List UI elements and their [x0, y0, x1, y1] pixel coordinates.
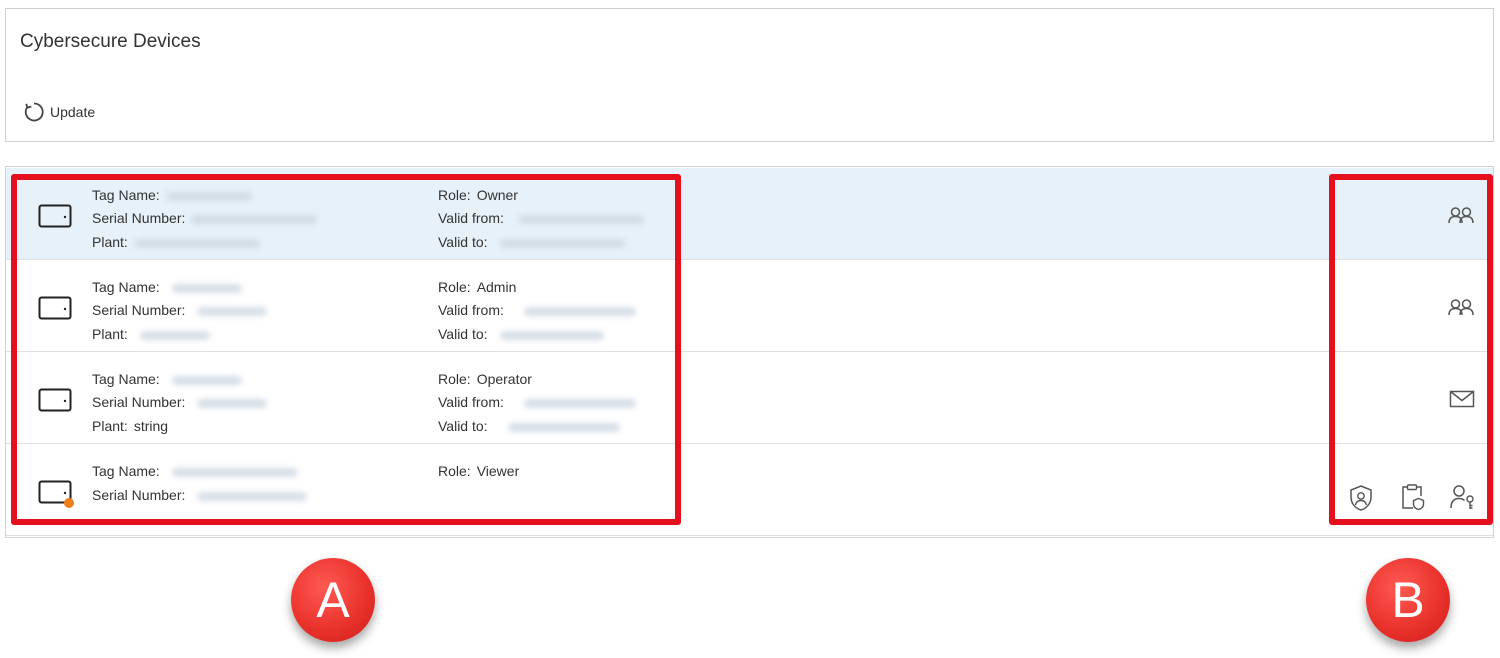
role-value: Viewer [476, 463, 520, 479]
redacted-value [523, 306, 636, 316]
redacted-value [517, 214, 644, 224]
device-row[interactable]: Tag Name: Serial Number: Role: Viewer [6, 444, 1493, 536]
plant-value: string [133, 418, 169, 434]
update-button[interactable]: Update [23, 101, 95, 123]
redacted-value [139, 330, 210, 340]
header-panel: Cybersecure Devices Update [5, 8, 1494, 142]
redacted-value [133, 238, 260, 248]
tag-name-field: Tag Name: [92, 279, 242, 295]
redacted-value [191, 214, 318, 224]
page-title: Cybersecure Devices [20, 31, 201, 52]
tag-name-field: Tag Name: [92, 371, 242, 387]
device-icon [38, 480, 74, 508]
redacted-value [523, 398, 636, 408]
role-field: Role: Operator [438, 371, 532, 387]
redacted-value [197, 491, 308, 501]
device-icon [38, 296, 72, 320]
shield-user-icon[interactable] [1348, 484, 1374, 512]
users-icon[interactable] [1447, 205, 1475, 225]
role-field: Role: Admin [438, 279, 517, 295]
plant-field: Plant: string [92, 418, 169, 434]
role-value: Operator [476, 371, 532, 387]
callout-a: A [291, 558, 375, 642]
serial-number-field: Serial Number: [92, 210, 318, 226]
valid-from-field: Valid from: [438, 302, 636, 318]
separator [0, 142, 1500, 168]
redacted-value [171, 467, 298, 477]
device-list: Tag Name: Serial Number: Plant: Role: Own… [5, 166, 1494, 538]
device-icon [38, 388, 72, 412]
redacted-value [171, 375, 242, 385]
role-value: Owner [476, 187, 518, 203]
users-icon[interactable] [1447, 297, 1475, 317]
device-row[interactable]: Tag Name: Serial Number: Plant: string Ro… [6, 352, 1493, 444]
update-label: Update [50, 104, 96, 120]
plant-field: Plant: [92, 326, 210, 342]
redacted-value [197, 398, 268, 408]
redacted-value [507, 422, 620, 432]
redacted-value [499, 238, 626, 248]
clipboard-shield-icon[interactable] [1399, 483, 1425, 511]
tag-name-field: Tag Name: [92, 463, 298, 479]
redacted-value [197, 306, 268, 316]
callout-b: B [1366, 558, 1450, 642]
plant-field: Plant: [92, 234, 260, 250]
role-value: Admin [476, 279, 517, 295]
role-field: Role: Owner [438, 187, 518, 203]
serial-number-field: Serial Number: [92, 487, 308, 503]
user-key-icon[interactable] [1449, 484, 1477, 510]
device-row[interactable]: Tag Name: Serial Number: Plant: Role: Adm… [6, 260, 1493, 352]
status-dot [64, 498, 74, 508]
valid-to-field: Valid to: [438, 418, 620, 434]
valid-from-field: Valid from: [438, 394, 636, 410]
redacted-value [499, 330, 604, 340]
serial-number-field: Serial Number: [92, 302, 268, 318]
device-icon [38, 204, 72, 228]
device-row[interactable]: Tag Name: Serial Number: Plant: Role: Own… [6, 168, 1493, 260]
valid-to-field: Valid to: [438, 234, 626, 250]
redacted-value [165, 191, 252, 201]
serial-number-field: Serial Number: [92, 394, 268, 410]
refresh-icon [24, 102, 44, 122]
mail-icon[interactable] [1449, 390, 1475, 408]
role-field: Role: Viewer [438, 463, 520, 479]
redacted-value [171, 283, 242, 293]
tag-name-field: Tag Name: [92, 187, 252, 203]
valid-to-field: Valid to: [438, 326, 604, 342]
valid-from-field: Valid from: [438, 210, 644, 226]
